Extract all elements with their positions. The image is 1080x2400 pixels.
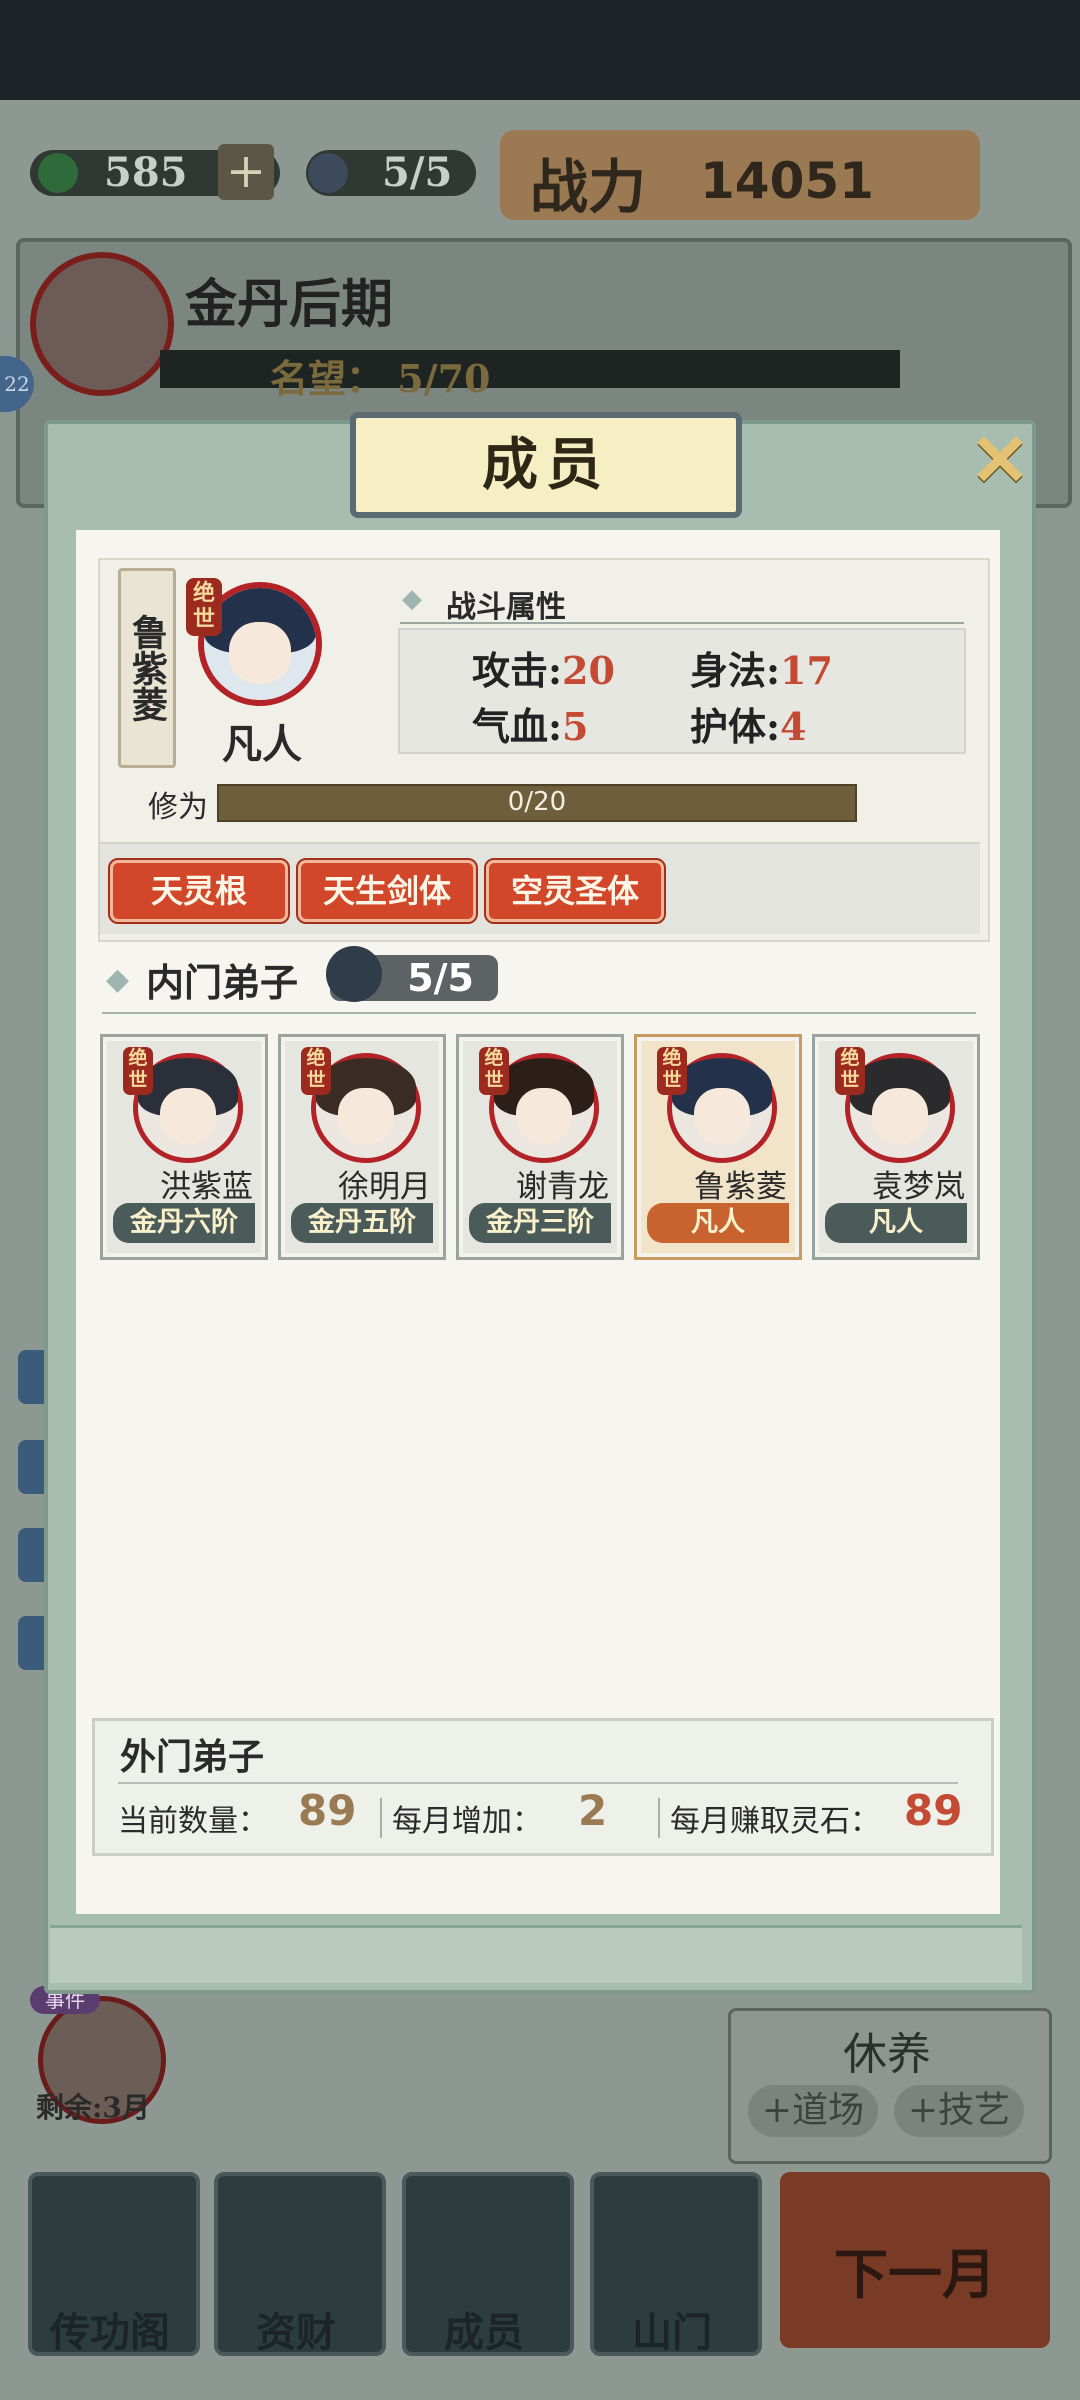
next-month-label: 下一月	[834, 2242, 996, 2306]
sect-leader-avatar[interactable]	[30, 252, 174, 396]
avatar-face	[160, 1088, 216, 1144]
add-stone-button[interactable]: +	[218, 144, 274, 200]
disciple-grade-badge: 绝世	[657, 1047, 687, 1095]
disciple-card[interactable]: 绝世 谢青龙 金丹三阶	[456, 1034, 624, 1260]
stat-defense-label: 护体:	[690, 704, 781, 749]
inner-divider	[102, 1012, 976, 1014]
stat-hp: 气血:5	[472, 696, 588, 751]
stats-divider	[400, 622, 964, 624]
member-count-value: 5/5	[382, 149, 453, 196]
stat-agility: 身法:17	[690, 640, 833, 695]
nav-pavilion-label: 传功阁	[50, 2309, 170, 2356]
dialog-title-plaque: 成员	[350, 412, 742, 518]
current-count-value: 89	[298, 1786, 357, 1835]
disciple-grade-badge: 绝世	[835, 1047, 865, 1095]
dialog-bottom-border	[50, 1925, 1022, 1983]
monthly-add-value: 2	[578, 1786, 608, 1835]
stat-defense-value: 4	[780, 704, 807, 749]
disciple-name: 谢青龙	[516, 1169, 609, 1205]
spirit-stone-value: 585	[104, 149, 188, 196]
disciple-name: 洪紫蓝	[160, 1169, 253, 1205]
diamond-icon: ◆	[402, 584, 422, 614]
diamond-icon: ◆	[106, 962, 130, 997]
disciple-grade-badge: 绝世	[479, 1047, 509, 1095]
stat-agility-value: 17	[780, 648, 833, 693]
disciple-grade-badge: 绝世	[123, 1047, 153, 1095]
dojo-button[interactable]: +道场	[748, 2085, 878, 2137]
rest-title[interactable]: 休养	[728, 2018, 1046, 2082]
fame-text: 名望： 5/70	[270, 348, 490, 403]
disciple-rank: 金丹三阶	[469, 1203, 611, 1243]
disciple-name: 袁梦岚	[872, 1169, 965, 1205]
outer-disciples-title: 外门弟子	[120, 1736, 265, 1778]
stat-defense: 护体:4	[690, 696, 806, 751]
current-count-label: 当前数量：	[118, 1804, 268, 1839]
nav-gate-label: 山门	[632, 2309, 712, 2356]
disciple-card[interactable]: 绝世 徐明月 金丹五阶	[278, 1034, 446, 1260]
fame-label: 名望：	[270, 356, 385, 401]
event-remaining: 剩余:3月	[36, 2091, 150, 2124]
monthly-stone-label: 每月赚取灵石：	[670, 1804, 880, 1839]
member-realm: 凡人	[222, 721, 302, 768]
trait-button[interactable]: 天灵根	[108, 858, 290, 924]
stat-attack-value: 20	[562, 648, 615, 693]
disciple-name: 鲁紫菱	[694, 1169, 787, 1205]
monthly-stone-value: 89	[904, 1786, 963, 1835]
member-counter: 5/5	[306, 150, 476, 196]
separator	[658, 1798, 660, 1838]
close-icon[interactable]: ✕	[962, 424, 1038, 496]
disciple-rank: 凡人	[825, 1203, 967, 1243]
stat-hp-label: 气血:	[472, 704, 563, 749]
separator	[380, 1798, 382, 1838]
avatar-face	[516, 1088, 572, 1144]
stat-attack: 攻击:20	[472, 640, 615, 695]
stat-agility-label: 身法:	[690, 648, 781, 693]
member-name-scroll: 鲁紫菱	[118, 568, 176, 768]
disciple-card-selected[interactable]: 绝世 鲁紫菱 凡人	[634, 1034, 802, 1260]
spirit-stone-icon	[38, 153, 78, 193]
cultivation-progress-text: 0/20	[507, 787, 567, 817]
trait-button[interactable]: 空灵圣体	[484, 858, 666, 924]
monthly-add-label: 每月增加：	[392, 1804, 542, 1839]
disciple-avatar-icon	[326, 946, 382, 1002]
disciple-grade-badge: 绝世	[301, 1047, 331, 1095]
trait-button[interactable]: 天生剑体	[296, 858, 478, 924]
nav-members-label: 成员	[444, 2309, 524, 2356]
member-grade-badge: 绝世	[186, 578, 222, 636]
fame-value: 5/70	[397, 356, 491, 401]
disciple-rank: 凡人	[647, 1203, 789, 1243]
disciple-rank: 金丹五阶	[291, 1203, 433, 1243]
skill-button[interactable]: +技艺	[894, 2085, 1024, 2137]
nav-wealth-label: 资财	[256, 2309, 336, 2356]
stats-header: 战斗属性	[446, 590, 566, 625]
inner-disciples-title: 内门弟子	[146, 960, 299, 1005]
outer-divider	[118, 1782, 958, 1784]
disciple-card[interactable]: 绝世 洪紫蓝 金丹六阶	[100, 1034, 268, 1260]
avatar-face	[872, 1088, 928, 1144]
avatar-face	[694, 1088, 750, 1144]
power-label: 战力	[530, 153, 647, 221]
cultivation-label: 修为	[148, 790, 208, 825]
disciple-name: 徐明月	[338, 1169, 431, 1205]
dialog-title: 成员	[482, 432, 610, 498]
avatar-face	[338, 1088, 394, 1144]
disciple-rank: 金丹六阶	[113, 1203, 255, 1243]
stat-attack-label: 攻击:	[472, 648, 563, 693]
status-bar	[0, 0, 1080, 100]
member-avatar-icon	[308, 153, 348, 193]
power-value: 14051	[700, 152, 874, 210]
avatar-face	[228, 621, 292, 685]
disciple-card[interactable]: 绝世 袁梦岚 凡人	[812, 1034, 980, 1260]
realm-title: 金丹后期	[185, 274, 394, 335]
stat-hp-value: 5	[562, 704, 589, 749]
